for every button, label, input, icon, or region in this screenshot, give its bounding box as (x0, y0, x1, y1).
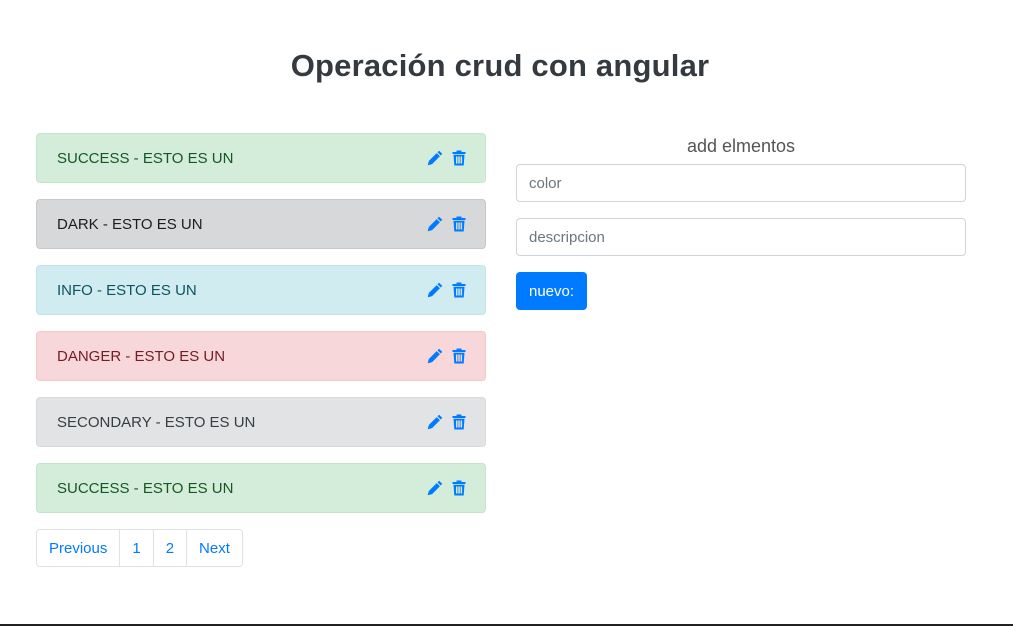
item-text: DARK - ESTO ES UN (57, 215, 203, 233)
previous-page-link[interactable]: Previous (37, 530, 121, 566)
trash-icon[interactable] (451, 282, 467, 298)
item-text: SUCCESS - ESTO ES UN (57, 149, 234, 167)
trash-icon[interactable] (451, 480, 467, 496)
item-actions (427, 348, 467, 364)
new-button[interactable]: nuevo: (516, 272, 588, 310)
color-input[interactable] (516, 164, 966, 202)
pencil-icon[interactable] (427, 150, 443, 166)
pagination: Previous 1 2 Next (36, 529, 243, 567)
item-actions (427, 150, 467, 166)
item-text: SUCCESS - ESTO ES UN (57, 479, 234, 497)
item-list: SUCCESS - ESTO ES UN DARK - ESTO ES UN I… (36, 133, 486, 529)
description-input[interactable] (516, 218, 966, 256)
trash-icon[interactable] (451, 348, 467, 364)
pencil-icon[interactable] (427, 480, 443, 496)
list-item: SUCCESS - ESTO ES UN (36, 133, 486, 183)
list-item: INFO - ESTO ES UN (36, 265, 486, 315)
page-link-1[interactable]: 1 (120, 530, 154, 566)
item-actions (427, 282, 467, 298)
page-link-2[interactable]: 2 (154, 530, 188, 566)
pencil-icon[interactable] (427, 348, 443, 364)
item-actions (427, 216, 467, 232)
pencil-icon[interactable] (427, 282, 443, 298)
list-item: DANGER - ESTO ES UN (36, 331, 486, 381)
list-item: SUCCESS - ESTO ES UN (36, 463, 486, 513)
trash-icon[interactable] (451, 414, 467, 430)
item-actions (427, 480, 467, 496)
list-item: DARK - ESTO ES UN (36, 199, 486, 249)
trash-icon[interactable] (451, 216, 467, 232)
next-page-link[interactable]: Next (187, 530, 242, 566)
pencil-icon[interactable] (427, 216, 443, 232)
item-text: INFO - ESTO ES UN (57, 281, 197, 299)
form-title: add elmentos (686, 136, 796, 156)
list-item: SECONDARY - ESTO ES UN (36, 397, 486, 447)
item-text: SECONDARY - ESTO ES UN (57, 413, 256, 431)
page-title: Operación crud con angular (290, 48, 710, 83)
item-actions (427, 414, 467, 430)
add-item-form: add elmentos nuevo: (516, 133, 966, 310)
pencil-icon[interactable] (427, 414, 443, 430)
item-text: DANGER - ESTO ES UN (57, 347, 226, 365)
trash-icon[interactable] (451, 150, 467, 166)
